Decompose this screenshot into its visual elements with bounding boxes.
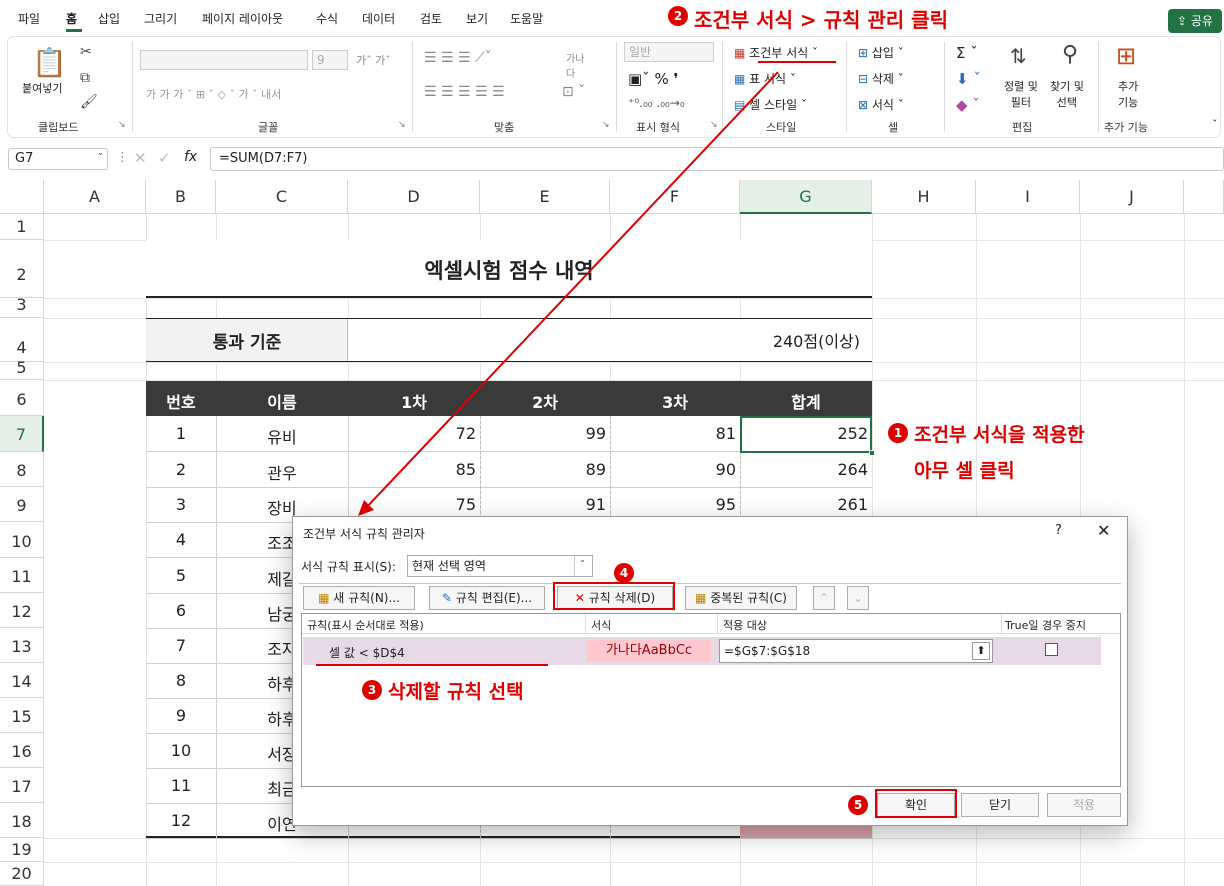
show-rules-value: 현재 선택 영역: [412, 559, 486, 573]
annotation-3-underline: [316, 664, 548, 666]
annotation-arrow-line: [363, 71, 779, 511]
edit-rule-icon: ✎: [441, 591, 456, 605]
edit-rule-label: 규칙 편집(E)...: [455, 591, 533, 605]
move-up-button[interactable]: ⌃: [813, 586, 835, 610]
duplicate-rule-icon: ▦: [695, 591, 711, 605]
rule-text: 셀 값 < $D$4: [329, 646, 405, 660]
annotation-2: 조건부 서식 > 규칙 관리 클릭: [694, 8, 948, 32]
annotation-1-line1: 조건부 서식을 적용한: [914, 424, 1085, 446]
stop-if-true-checkbox[interactable]: [1045, 643, 1058, 656]
rule-format-preview: 가나다AaBbCc: [587, 640, 711, 662]
col-applies[interactable]: 적용 대상: [723, 617, 767, 633]
applies-to-input[interactable]: =$G$7:$G$18 ⬆: [719, 639, 993, 663]
header-divider: [717, 614, 718, 634]
header-divider: [585, 614, 586, 634]
move-down-button[interactable]: ⌄: [847, 586, 869, 610]
annotation-1-line2: 아무 셀 클릭: [914, 460, 1015, 482]
highlight-delete-rule: [553, 582, 675, 610]
badge-2: 2: [668, 6, 688, 26]
col-rule[interactable]: 규칙(표시 순서대로 적용): [307, 617, 424, 633]
close-button[interactable]: 닫기: [961, 793, 1039, 817]
new-rule-icon: ▦: [318, 591, 334, 605]
applies-to-value: =$G$7:$G$18: [724, 644, 811, 658]
conditional-format-manager-dialog: 조건부 서식 규칙 관리자 ? ✕ 서식 규칙 표시(S): 현재 선택 영역 ˇ…: [292, 516, 1128, 826]
col-stop[interactable]: True일 경우 중지: [1005, 617, 1086, 633]
duplicate-rule-button[interactable]: ▦ 중복된 규칙(C): [685, 586, 797, 610]
highlight-ok-button: [875, 789, 957, 818]
badge-4: 4: [614, 563, 634, 583]
close-icon[interactable]: ✕: [1097, 521, 1110, 540]
dialog-title: 조건부 서식 규칙 관리자: [303, 527, 425, 541]
header-divider: [1001, 614, 1002, 634]
duplicate-rule-label: 중복된 규칙(C): [710, 591, 787, 605]
badge-3: 3: [362, 680, 382, 700]
new-rule-button[interactable]: ▦ 새 규칙(N)...: [303, 586, 415, 610]
badge-5: 5: [848, 795, 868, 815]
badge-1: 1: [888, 423, 908, 443]
help-icon[interactable]: ?: [1055, 523, 1062, 538]
new-rule-label: 새 규칙(N)...: [333, 591, 400, 605]
range-select-icon[interactable]: ⬆: [972, 642, 990, 660]
rules-list-header: [302, 614, 1120, 634]
apply-button[interactable]: 적용: [1047, 793, 1121, 817]
edit-rule-button[interactable]: ✎ 규칙 편집(E)...: [429, 586, 545, 610]
chevron-down-icon: ˇ: [574, 556, 590, 576]
show-rules-label: 서식 규칙 표시(S):: [301, 560, 396, 574]
annotation-3: 삭제할 규칙 선택: [388, 681, 524, 703]
col-format[interactable]: 서식: [591, 617, 611, 633]
show-rules-select[interactable]: 현재 선택 영역 ˇ: [407, 555, 593, 577]
